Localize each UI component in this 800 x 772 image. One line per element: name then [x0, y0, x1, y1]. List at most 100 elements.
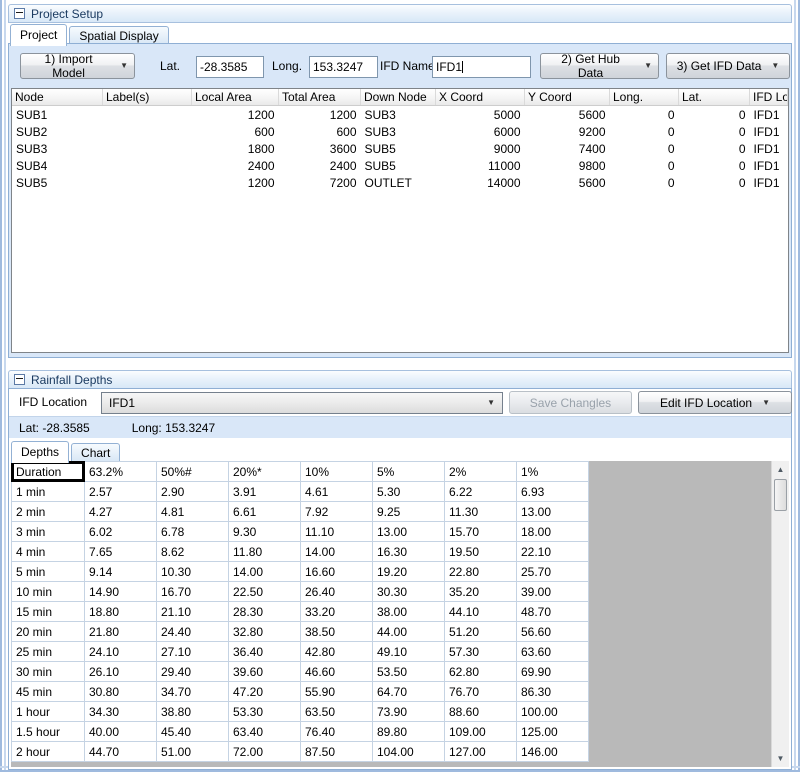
grid-cell[interactable]: 7.92	[301, 502, 373, 522]
column-header[interactable]: X Coord	[436, 89, 525, 106]
grid-cell[interactable]: 9.14	[85, 562, 157, 582]
grid-cell[interactable]: 22.50	[229, 582, 301, 602]
grid-cell[interactable]: 63.50	[301, 702, 373, 722]
grid-cell[interactable]: 30.80	[85, 682, 157, 702]
grid-cell[interactable]: 45 min	[12, 682, 85, 702]
grid-cell[interactable]: 16.60	[301, 562, 373, 582]
grid-cell[interactable]: 69.90	[517, 662, 589, 682]
column-header[interactable]: Lat.	[679, 89, 750, 106]
grid-cell[interactable]: 28.30	[229, 602, 301, 622]
save-changes-button[interactable]: Save Changles	[509, 391, 632, 414]
grid-cell[interactable]: 19.20	[373, 562, 445, 582]
grid-cell[interactable]: 26.10	[85, 662, 157, 682]
ifd-location-combobox[interactable]: IFD1 ▼	[101, 392, 503, 414]
grid-cell[interactable]: 53.50	[373, 662, 445, 682]
tab-project[interactable]: Project	[10, 24, 67, 46]
column-header[interactable]: Local Area	[192, 89, 279, 106]
grid-cell[interactable]: 57.30	[445, 642, 517, 662]
grid-header-cell[interactable]: 63.2%	[85, 462, 157, 482]
grid-cell[interactable]: 26.40	[301, 582, 373, 602]
grid-cell[interactable]: 88.60	[445, 702, 517, 722]
column-header[interactable]: Label(s)	[103, 89, 192, 106]
grid-header-cell[interactable]: 1%	[517, 462, 589, 482]
grid-cell[interactable]: 24.40	[157, 622, 229, 642]
grid-cell[interactable]: 100.00	[517, 702, 589, 722]
grid-cell[interactable]: 29.40	[157, 662, 229, 682]
grid-cell[interactable]: 39.60	[229, 662, 301, 682]
table-row[interactable]: SUB512007200OUTLET14000560000IFD1	[12, 174, 788, 191]
grid-cell[interactable]: 21.10	[157, 602, 229, 622]
column-header[interactable]: IFD Location	[750, 89, 788, 106]
grid-cell[interactable]: 109.00	[445, 722, 517, 742]
get-ifd-data-button[interactable]: 3) Get IFD Data ▼	[666, 53, 790, 79]
grid-cell[interactable]: 21.80	[85, 622, 157, 642]
grid-cell[interactable]: 14.90	[85, 582, 157, 602]
grid-cell[interactable]: 18.80	[85, 602, 157, 622]
grid-cell[interactable]: 39.00	[517, 582, 589, 602]
grid-cell[interactable]: 47.20	[229, 682, 301, 702]
table-row[interactable]: SUB318003600SUB59000740000IFD1	[12, 140, 788, 157]
grid-cell[interactable]: 32.80	[229, 622, 301, 642]
grid-cell[interactable]: 10 min	[12, 582, 85, 602]
grid-cell[interactable]: 30 min	[12, 662, 85, 682]
project-setup-group-header[interactable]: Project Setup	[8, 4, 792, 23]
rainfall-depths-group-header[interactable]: Rainfall Depths	[8, 370, 792, 389]
table-row[interactable]: SUB2600600SUB36000920000IFD1	[12, 123, 788, 140]
grid-cell[interactable]: 51.00	[157, 742, 229, 762]
grid-cell[interactable]: 63.60	[517, 642, 589, 662]
grid-cell[interactable]: 16.70	[157, 582, 229, 602]
tab-depths[interactable]: Depths	[11, 441, 69, 463]
grid-cell[interactable]: 38.00	[373, 602, 445, 622]
grid-cell[interactable]: 11.80	[229, 542, 301, 562]
grid-cell[interactable]: 7.65	[85, 542, 157, 562]
grid-cell[interactable]: 1 min	[12, 482, 85, 502]
grid-cell[interactable]: 42.80	[301, 642, 373, 662]
grid-cell[interactable]: 13.00	[517, 502, 589, 522]
grid-cell[interactable]: 53.30	[229, 702, 301, 722]
table-row[interactable]: SUB424002400SUB511000980000IFD1	[12, 157, 788, 174]
grid-cell[interactable]: 18.00	[517, 522, 589, 542]
grid-cell[interactable]: 11.10	[301, 522, 373, 542]
grid-header-cell[interactable]: Duration	[12, 462, 85, 482]
grid-cell[interactable]: 15 min	[12, 602, 85, 622]
grid-cell[interactable]: 34.70	[157, 682, 229, 702]
grid-cell[interactable]: 25.70	[517, 562, 589, 582]
scroll-up-icon[interactable]: ▲	[772, 462, 789, 477]
grid-cell[interactable]: 34.30	[85, 702, 157, 722]
grid-cell[interactable]: 6.78	[157, 522, 229, 542]
grid-cell[interactable]: 38.50	[301, 622, 373, 642]
edit-ifd-location-button[interactable]: Edit IFD Location ▼	[638, 391, 792, 414]
grid-cell[interactable]: 19.50	[445, 542, 517, 562]
grid-cell[interactable]: 87.50	[301, 742, 373, 762]
grid-cell[interactable]: 125.00	[517, 722, 589, 742]
column-header[interactable]: Node	[12, 89, 103, 106]
grid-cell[interactable]: 44.10	[445, 602, 517, 622]
grid-cell[interactable]: 72.00	[229, 742, 301, 762]
grid-cell[interactable]: 76.70	[445, 682, 517, 702]
grid-cell[interactable]: 6.61	[229, 502, 301, 522]
grid-cell[interactable]: 36.40	[229, 642, 301, 662]
grid-cell[interactable]: 33.20	[301, 602, 373, 622]
grid-cell[interactable]: 6.93	[517, 482, 589, 502]
grid-cell[interactable]: 6.02	[85, 522, 157, 542]
scroll-down-icon[interactable]: ▼	[772, 751, 789, 766]
grid-cell[interactable]: 38.80	[157, 702, 229, 722]
column-header[interactable]: Long.	[610, 89, 679, 106]
grid-cell[interactable]: 9.25	[373, 502, 445, 522]
grid-cell[interactable]: 2 min	[12, 502, 85, 522]
grid-cell[interactable]: 5 min	[12, 562, 85, 582]
grid-cell[interactable]: 89.80	[373, 722, 445, 742]
grid-header-cell[interactable]: 5%	[373, 462, 445, 482]
grid-header-cell[interactable]: 20%*	[229, 462, 301, 482]
grid-cell[interactable]: 35.20	[445, 582, 517, 602]
grid-cell[interactable]: 104.00	[373, 742, 445, 762]
grid-cell[interactable]: 4.81	[157, 502, 229, 522]
grid-header-cell[interactable]: 2%	[445, 462, 517, 482]
grid-cell[interactable]: 14.00	[301, 542, 373, 562]
grid-cell[interactable]: 3 min	[12, 522, 85, 542]
grid-cell[interactable]: 63.40	[229, 722, 301, 742]
grid-cell[interactable]: 15.70	[445, 522, 517, 542]
column-header[interactable]: Total Area	[279, 89, 361, 106]
grid-cell[interactable]: 44.70	[85, 742, 157, 762]
grid-cell[interactable]: 8.62	[157, 542, 229, 562]
